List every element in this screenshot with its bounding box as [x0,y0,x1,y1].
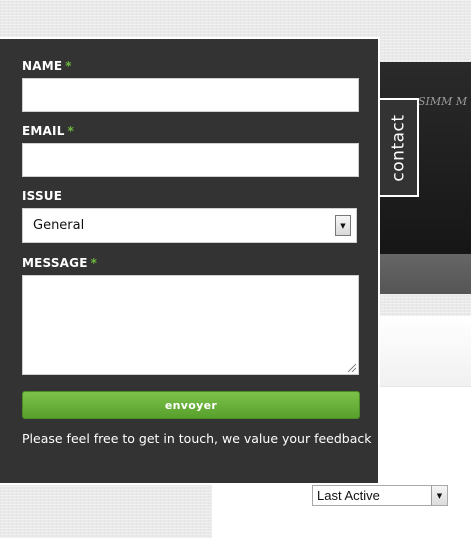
contact-tab-label: contact [388,113,409,182]
nav-bar [380,254,471,294]
submit-button[interactable]: envoyer [22,391,360,419]
chevron-down-icon[interactable]: ▼ [335,215,351,236]
sort-select[interactable]: Last Active ▼ [312,485,448,506]
contact-tab[interactable]: contact [380,98,419,197]
resize-grip-icon[interactable] [348,364,356,372]
issue-label: ISSUE [22,189,63,203]
email-input[interactable] [22,143,359,177]
message-label: MESSAGE * [22,256,98,270]
sort-select-value: Last Active [317,488,380,503]
required-mark: * [65,59,72,73]
email-label: EMAIL * [22,124,75,138]
subheader-band [380,316,471,387]
header-text: SIMM M [418,95,468,108]
message-textarea[interactable] [22,275,359,375]
required-mark: * [67,124,75,138]
required-mark: * [90,256,98,270]
issue-select[interactable]: General ▼ [22,208,357,243]
name-input[interactable] [22,78,359,112]
name-label: NAME * [22,59,72,73]
feedback-note: Please feel free to get in touch, we val… [22,431,372,446]
issue-select-value: General [33,218,85,233]
chevron-down-icon[interactable]: ▼ [431,486,447,505]
